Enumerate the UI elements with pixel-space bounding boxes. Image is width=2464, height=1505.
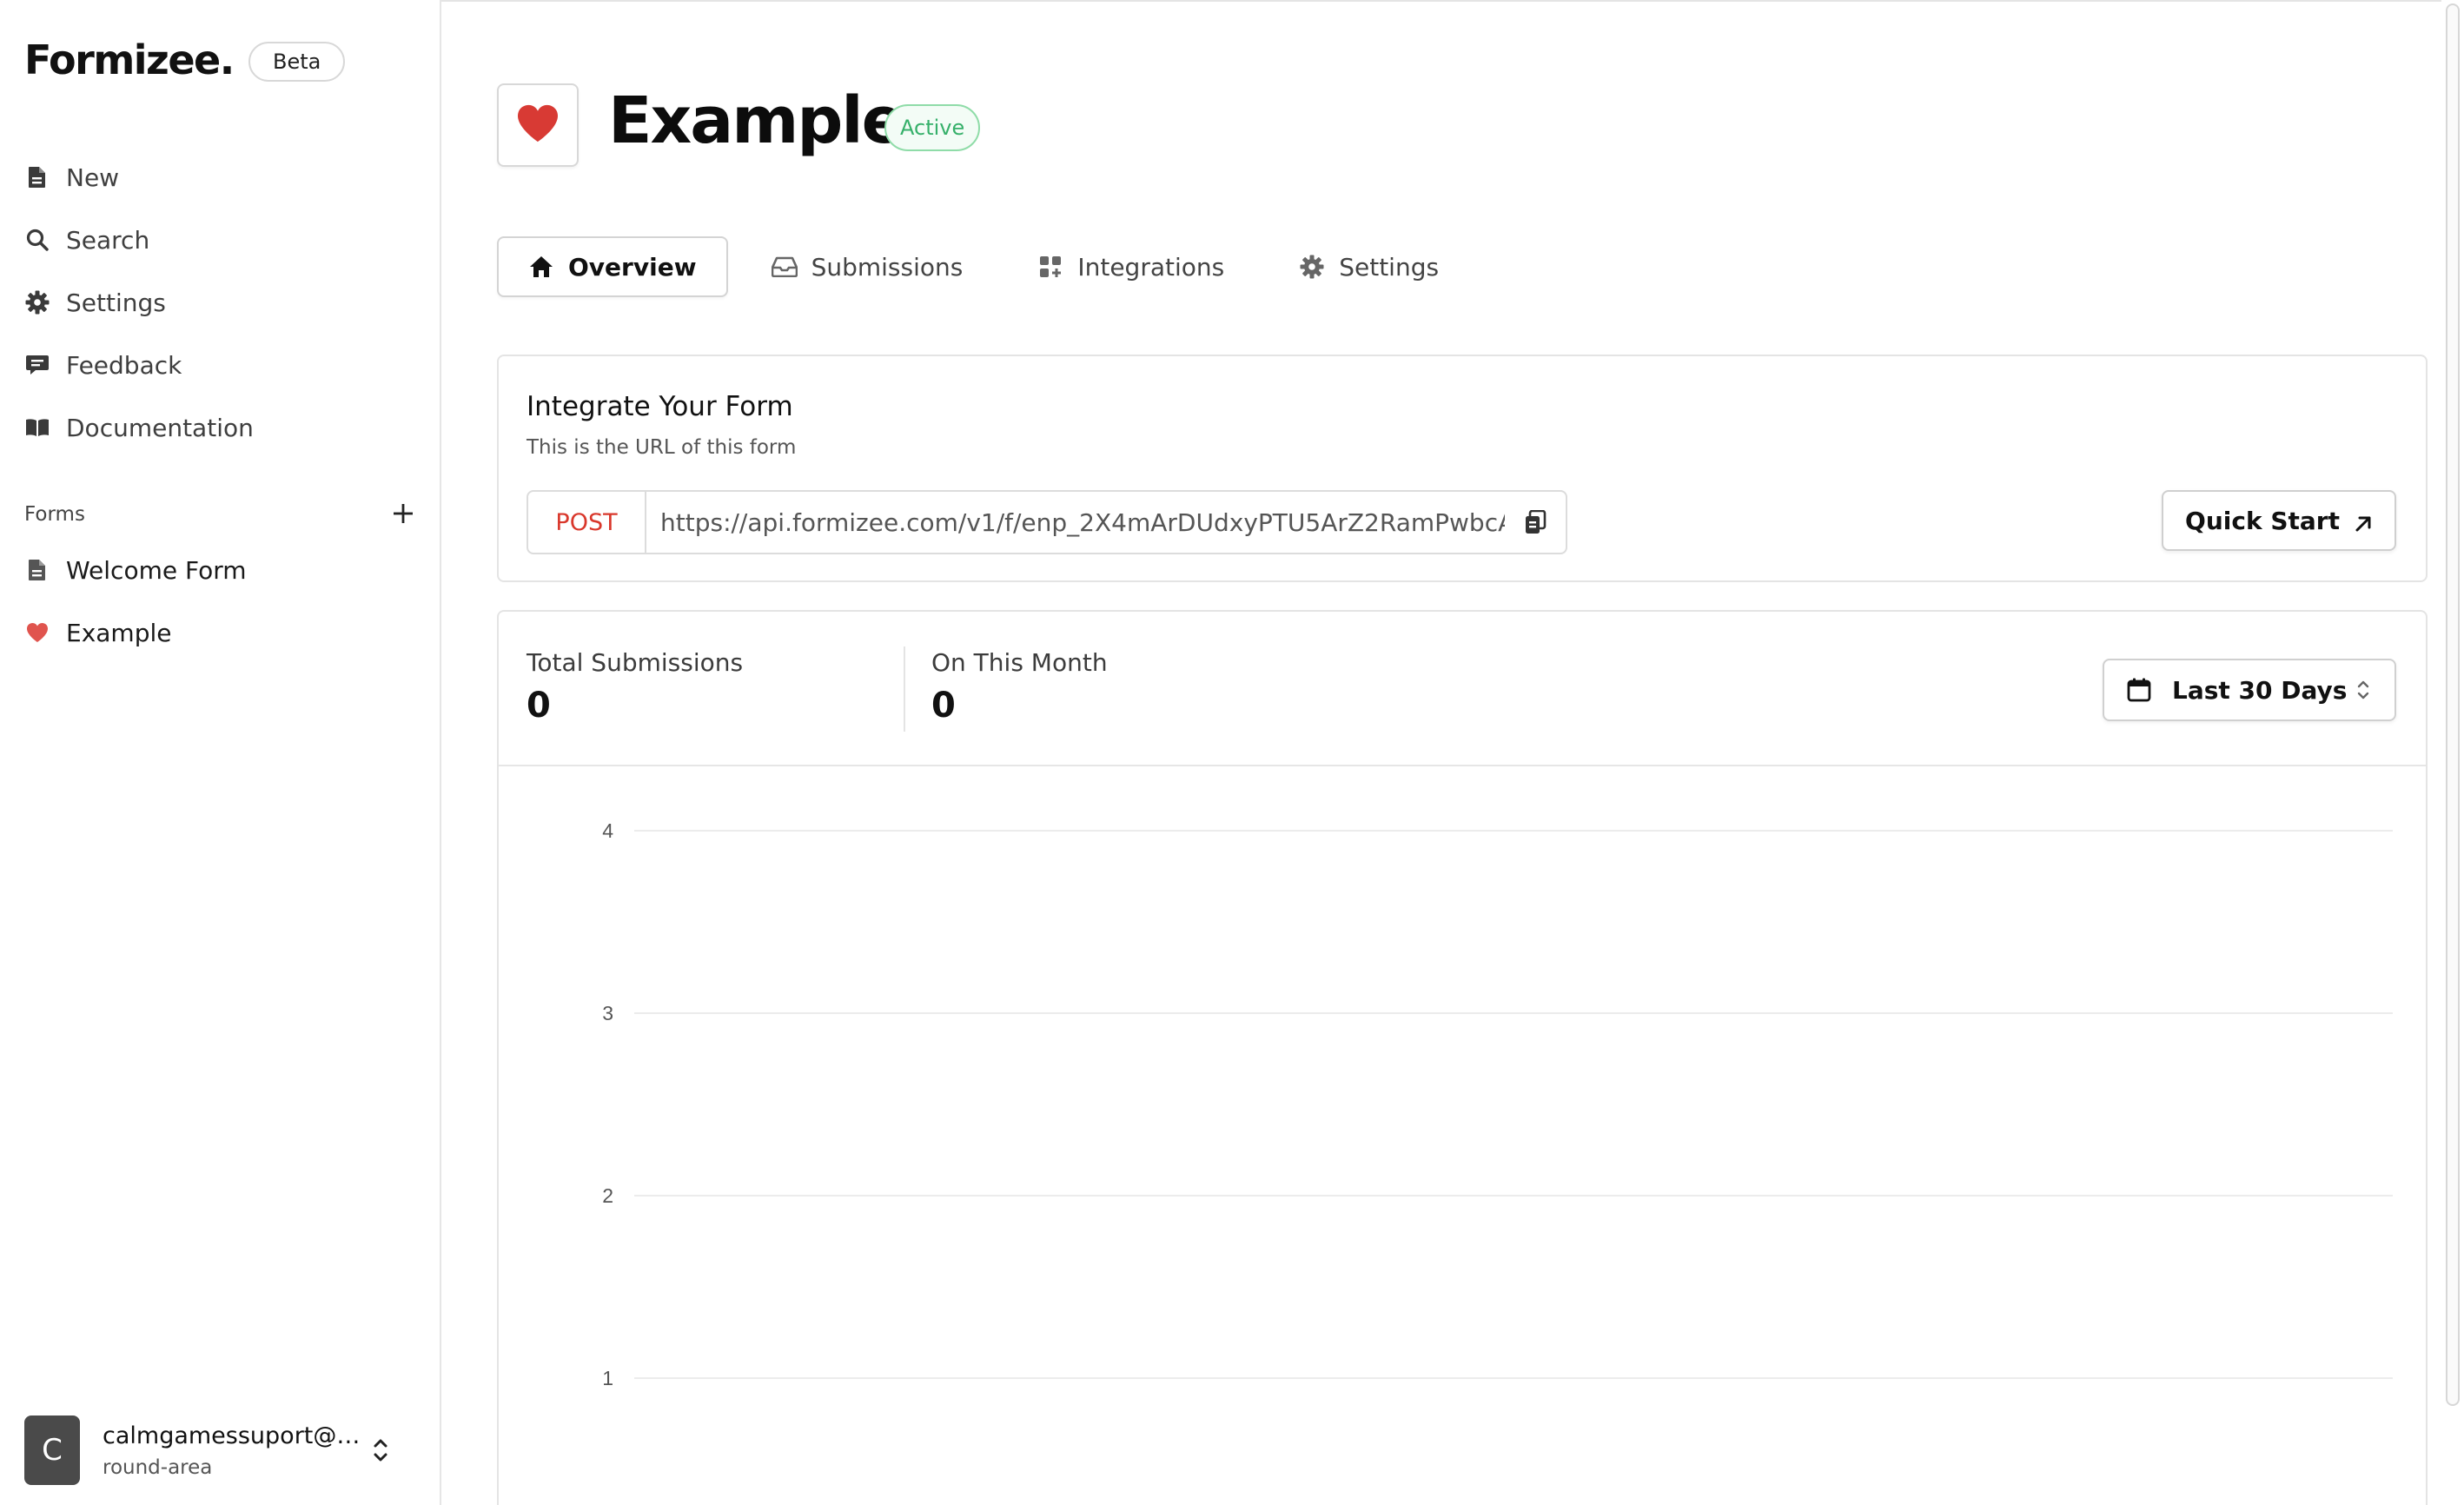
chart-canvas: 4 3 2 1: [602, 819, 2393, 1389]
scrollbar-thumb[interactable]: [2446, 3, 2460, 1406]
sidebar-item-label: Settings: [66, 288, 166, 317]
forms-section-header: Forms: [24, 499, 414, 530]
user-info: calmgamessuport@g... round-area: [103, 1422, 363, 1479]
sidebar-item-feedback[interactable]: Feedback: [24, 334, 254, 396]
sidebar-item-new[interactable]: New: [24, 146, 254, 209]
chart-y-tick-label: 2: [602, 1184, 613, 1207]
date-range-label: Last 30 Days: [2172, 675, 2348, 705]
chevron-up-down-icon: [2355, 677, 2372, 703]
copy-icon[interactable]: [1505, 492, 1566, 553]
page-title: Example: [608, 83, 905, 158]
sidebar-form-label: Welcome Form: [66, 555, 247, 585]
endpoint-url[interactable]: https://api.formizee.com/v1/f/enp_2X4mAr…: [646, 508, 1505, 537]
beta-badge: Beta: [248, 42, 346, 82]
tab-bar: Overview Submissions Integrations Settin…: [497, 236, 1482, 297]
sidebar-item-label: Documentation: [66, 413, 254, 442]
integrate-card: Integrate Your Form This is the URL of t…: [497, 355, 2428, 582]
status-badge: Active: [884, 104, 981, 151]
sidebar: Formizee. Beta New Search Settings Feedb…: [0, 0, 441, 1505]
document-icon: [24, 164, 50, 190]
forms-list: Welcome Form Example: [24, 539, 247, 664]
main-content: Example Active Overview Submissions Inte…: [443, 0, 2441, 1505]
stat-this-month: On This Month 0: [931, 648, 1108, 726]
sidebar-item-label: Search: [66, 225, 150, 255]
stats-header: Total Submissions 0 On This Month 0 Last…: [499, 612, 2426, 766]
user-email: calmgamessuport@g...: [103, 1422, 363, 1449]
inbox-icon: [771, 254, 798, 280]
stat-divider: [904, 646, 905, 732]
avatar: C: [24, 1415, 80, 1485]
http-method-label: POST: [528, 492, 646, 553]
sidebar-form-label: Example: [66, 618, 172, 647]
gear-icon: [24, 289, 50, 315]
quick-start-button[interactable]: Quick Start: [2162, 490, 2396, 551]
quick-start-label: Quick Start: [2185, 506, 2340, 535]
home-icon: [528, 254, 554, 280]
chart-y-tick-label: 1: [602, 1367, 613, 1389]
integrate-subtitle: This is the URL of this form: [527, 436, 797, 459]
grid-icon: [1037, 254, 1063, 280]
plus-icon[interactable]: [393, 500, 414, 529]
stat-total-submissions: Total Submissions 0: [527, 648, 743, 726]
stat-label: On This Month: [931, 648, 1108, 677]
arrow-up-right-icon: [2354, 511, 2373, 532]
submissions-stats-card: Total Submissions 0 On This Month 0 Last…: [497, 610, 2428, 1505]
date-range-select[interactable]: Last 30 Days: [2103, 659, 2396, 721]
heart-icon: [516, 103, 560, 147]
tab-submissions[interactable]: Submissions: [740, 236, 995, 297]
sidebar-form-welcome-form[interactable]: Welcome Form: [24, 539, 247, 601]
chat-icon: [24, 352, 50, 378]
document-icon: [24, 557, 50, 583]
sidebar-item-search[interactable]: Search: [24, 209, 254, 271]
brand-logo[interactable]: Formizee.: [24, 36, 235, 83]
stat-label: Total Submissions: [527, 648, 744, 677]
forms-label: Forms: [24, 503, 85, 526]
sidebar-item-documentation[interactable]: Documentation: [24, 396, 254, 459]
book-icon: [24, 414, 50, 441]
gear-icon: [1299, 254, 1325, 280]
stat-value: 0: [931, 686, 956, 726]
scrollbar[interactable]: [2441, 0, 2464, 1505]
stat-value: 0: [527, 686, 551, 726]
tab-integrations[interactable]: Integrations: [1006, 236, 1255, 297]
user-account-switcher[interactable]: C calmgamessuport@g... round-area: [24, 1415, 414, 1486]
sidebar-item-label: New: [66, 162, 120, 192]
endpoint-url-field[interactable]: POST https://api.formizee.com/v1/f/enp_2…: [527, 490, 1567, 554]
tab-label: Settings: [1339, 252, 1440, 282]
tab-settings[interactable]: Settings: [1268, 236, 1470, 297]
sidebar-item-label: Feedback: [66, 350, 182, 380]
integrate-title: Integrate Your Form: [527, 391, 793, 422]
tab-label: Integrations: [1077, 252, 1225, 282]
tab-overview[interactable]: Overview: [497, 236, 728, 297]
chevron-up-down-icon[interactable]: [368, 1435, 393, 1465]
calendar-icon: [2127, 678, 2151, 702]
search-icon: [24, 227, 50, 253]
chart-y-tick-label: 3: [602, 1002, 613, 1024]
sidebar-nav: New Search Settings Feedback Documentati…: [24, 146, 254, 459]
user-team: round-area: [103, 1455, 213, 1479]
chart-y-tick-label: 4: [602, 819, 613, 842]
sidebar-form-example[interactable]: Example: [24, 601, 247, 664]
tab-label: Overview: [568, 252, 697, 282]
sidebar-item-settings[interactable]: Settings: [24, 271, 254, 334]
tab-label: Submissions: [811, 252, 964, 282]
form-icon-picker[interactable]: [497, 83, 579, 167]
submissions-chart: 4 3 2 1: [499, 768, 2426, 1505]
heart-icon: [24, 620, 50, 646]
